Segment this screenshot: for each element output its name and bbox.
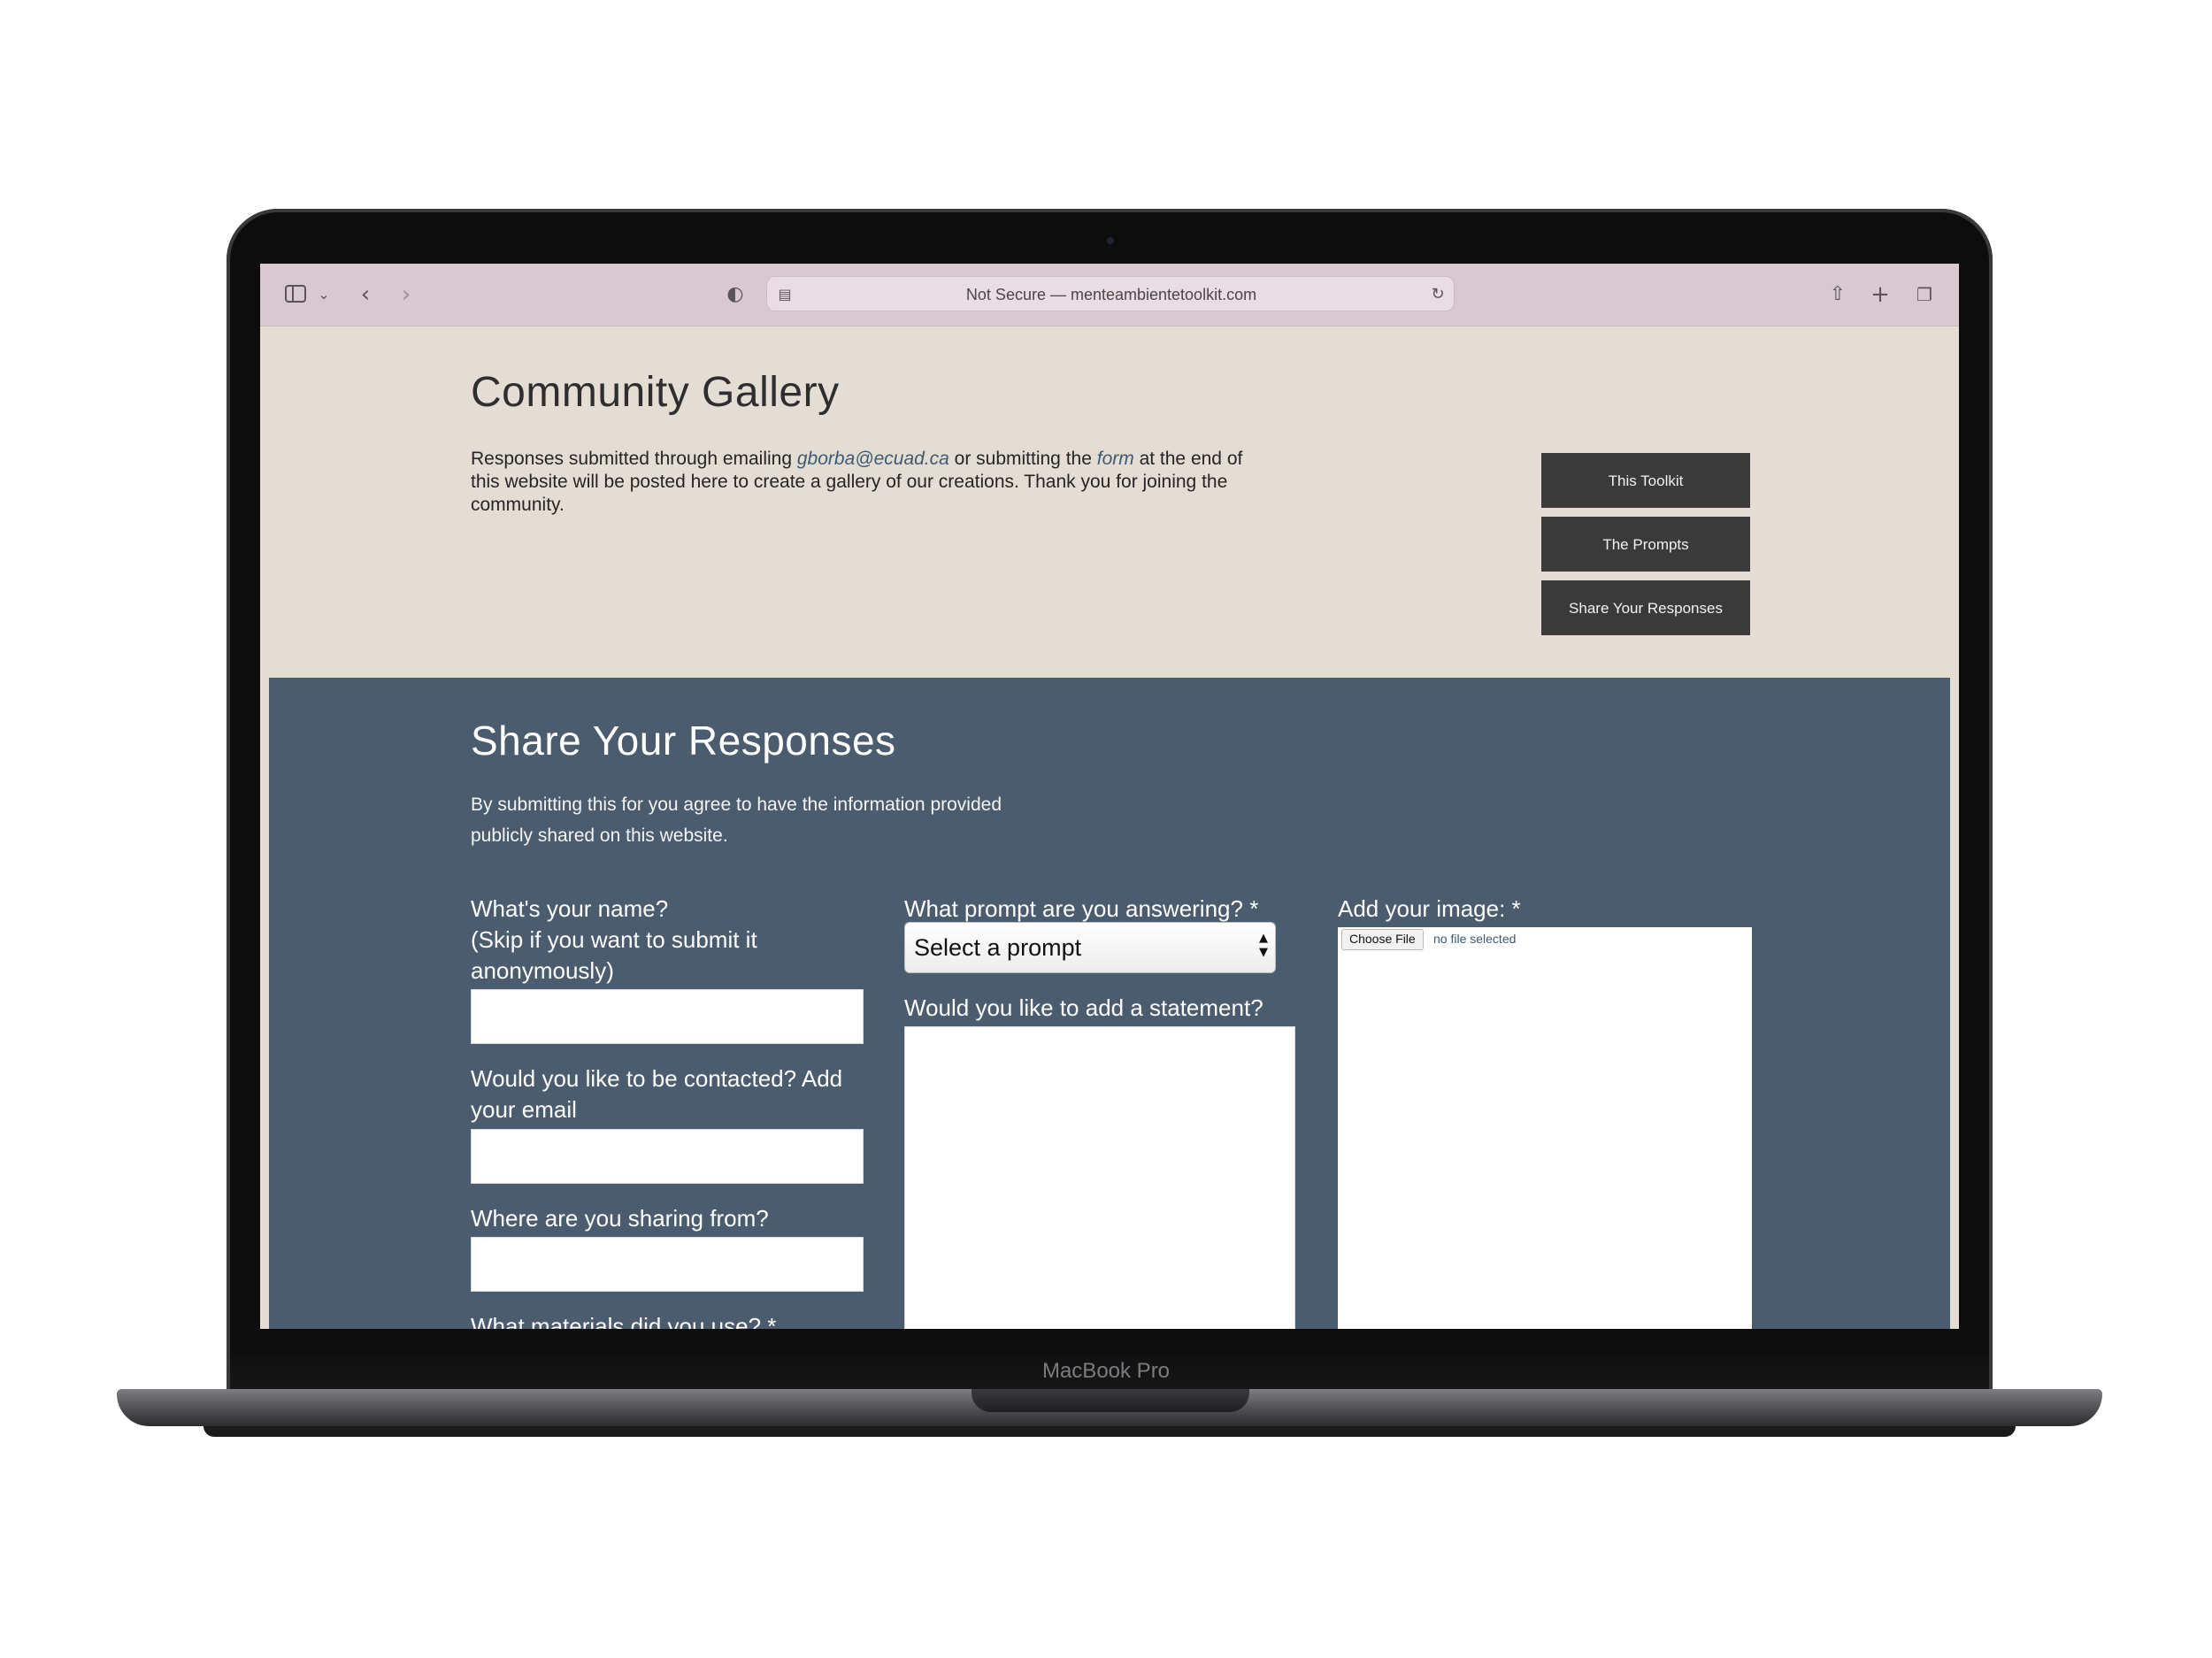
address-bar[interactable]: ▤ Not Secure — menteambientetoolkit.com … <box>766 276 1455 311</box>
name-input[interactable] <box>471 989 864 1044</box>
nav-the-prompts-button[interactable]: The Prompts <box>1541 517 1750 572</box>
laptop-notch <box>972 1389 1249 1412</box>
select-arrows-icon: ▲ ▼ <box>1259 932 1268 959</box>
reload-icon[interactable]: ↻ <box>1429 281 1447 308</box>
email-label: Would you like to be contacted? Add your… <box>471 1065 843 1123</box>
email-link[interactable]: gborba@ecuad.ca <box>797 449 949 469</box>
image-label: Add your image: * <box>1338 895 1521 922</box>
chevron-down-icon[interactable]: ⌄ <box>315 281 333 308</box>
back-arrow-icon[interactable]: ‹ <box>352 281 379 308</box>
screen: ⌄ ‹ › ◐ ▤ Not Secure — menteambientetool… <box>260 264 1959 1329</box>
statement-textarea[interactable] <box>904 1026 1295 1329</box>
browser-toolbar: ⌄ ‹ › ◐ ▤ Not Secure — menteambientetool… <box>260 264 1959 326</box>
choose-file-button[interactable]: Choose File <box>1341 929 1424 950</box>
name-hint-label: (Skip if you want to submit it anonymous… <box>471 926 757 984</box>
location-label: Where are you sharing from? <box>471 1205 769 1232</box>
prompt-label: What prompt are you answering? * <box>904 895 1259 922</box>
form-link[interactable]: form <box>1097 449 1134 469</box>
file-status-text: no file selected <box>1433 932 1517 946</box>
statement-label: Would you like to add a statement? <box>904 994 1263 1021</box>
sidebar-icon[interactable] <box>285 285 306 303</box>
page-title: Community Gallery <box>471 369 840 416</box>
hero-description: Responses submitted through emailing gbo… <box>471 448 1249 517</box>
share-form-section: Share Your Responses By submitting this … <box>269 678 1950 1329</box>
model-label: MacBook Pro <box>1041 1359 1171 1383</box>
camera <box>1107 237 1114 244</box>
nav-this-toolkit-button[interactable]: This Toolkit <box>1541 453 1750 508</box>
form-description: By submitting this for you agree to have… <box>471 794 1002 846</box>
location-input[interactable] <box>471 1237 864 1292</box>
address-text: Not Secure — menteambientetoolkit.com <box>965 286 1257 303</box>
laptop-feet <box>204 1426 2016 1437</box>
plus-icon[interactable]: + <box>1867 281 1893 308</box>
form-title: Share Your Responses <box>471 718 896 764</box>
materials-label: What materials did you use? * <box>471 1313 777 1329</box>
hero-desc-text: or submitting the <box>949 449 1097 469</box>
tabs-icon[interactable]: ❐ <box>1911 281 1938 308</box>
email-input[interactable] <box>471 1129 864 1184</box>
share-icon[interactable]: ⇧ <box>1824 281 1851 308</box>
hero-desc-text: Responses submitted through emailing <box>471 449 797 469</box>
shield-icon[interactable]: ◐ <box>722 281 749 308</box>
image-upload-area[interactable]: Choose File no file selected <box>1338 927 1752 1329</box>
name-label: What's your name? <box>471 895 669 922</box>
prompt-select-value: Select a prompt <box>914 934 1082 961</box>
prompt-select[interactable]: Select a prompt ▲ ▼ <box>904 922 1276 973</box>
forward-arrow-icon[interactable]: › <box>393 281 419 308</box>
nav-share-responses-button[interactable]: Share Your Responses <box>1541 580 1750 635</box>
